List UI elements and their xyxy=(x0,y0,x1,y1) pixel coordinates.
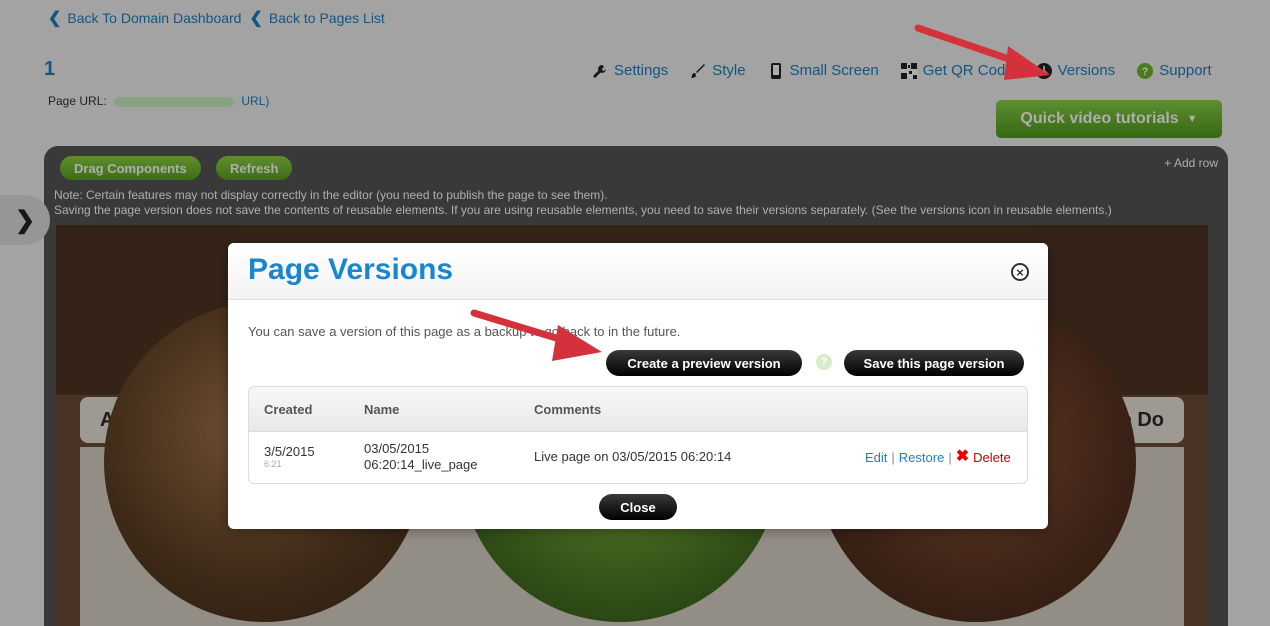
close-button[interactable]: Close xyxy=(599,494,677,520)
name-cell: 03/05/2015 06:20:14_live_page xyxy=(364,441,478,473)
column-header: Comments xyxy=(534,402,602,417)
page-versions-dialog: Page Versions × You can save a version o… xyxy=(228,243,1048,529)
close-icon[interactable]: × xyxy=(1011,263,1029,281)
dialog-title: Page Versions xyxy=(248,253,454,286)
created-cell: 3/5/2015 6:21 xyxy=(264,444,315,469)
column-header: Created xyxy=(264,402,313,417)
annotation-arrow xyxy=(470,309,602,361)
version-name-line: 06:20:14_live_page xyxy=(364,457,478,472)
created-date: 3/5/2015 xyxy=(264,444,315,459)
separator: | xyxy=(891,449,895,465)
edit-link[interactable]: Edit xyxy=(865,450,887,465)
column-header: Name xyxy=(364,402,400,417)
separator: | xyxy=(948,449,952,465)
row-actions: Edit | Restore | ✖ Delete xyxy=(865,449,1011,465)
create-preview-version-button[interactable]: Create a preview version xyxy=(606,350,802,376)
restore-link[interactable]: Restore xyxy=(899,450,945,465)
delete-link[interactable]: ✖ Delete xyxy=(956,449,1011,465)
version-name-line: 03/05/2015 xyxy=(364,441,430,456)
save-page-version-button[interactable]: Save this page version xyxy=(844,350,1024,376)
versions-table: Created Name Comments 3/5/2015 6:21 03/0… xyxy=(248,386,1028,484)
comments-cell: Live page on 03/05/2015 06:20:14 xyxy=(534,449,732,464)
delete-icon: ✖ xyxy=(955,448,970,465)
table-row: 3/5/2015 6:21 03/05/2015 06:20:14_live_p… xyxy=(249,431,1027,483)
created-time: 6:21 xyxy=(264,459,282,469)
table-header: Created Name Comments xyxy=(249,387,1027,431)
help-icon[interactable]: ? xyxy=(816,354,832,370)
annotation-arrow xyxy=(914,24,1050,80)
delete-label: Delete xyxy=(973,449,1011,465)
